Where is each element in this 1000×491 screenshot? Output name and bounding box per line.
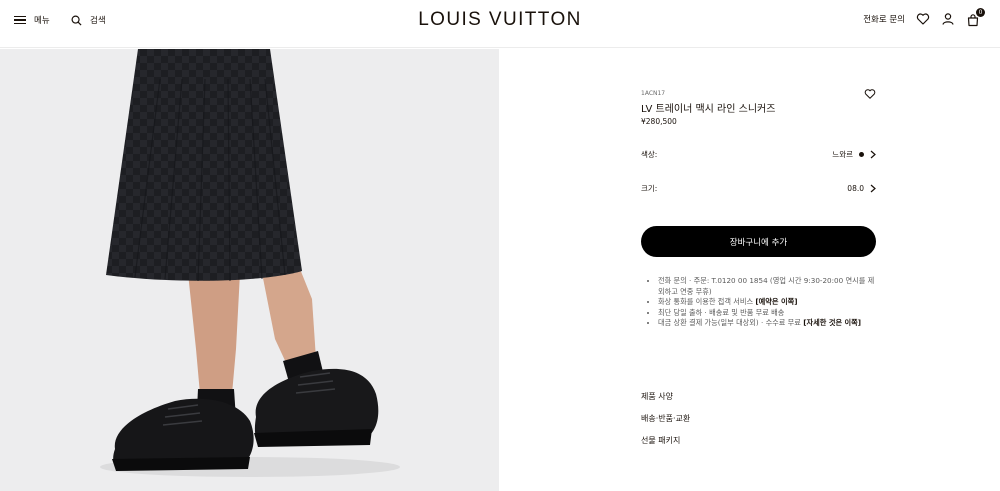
color-value: 느와르 xyxy=(832,149,853,159)
product-price: ¥280,500 xyxy=(641,117,677,126)
add-to-cart-button[interactable]: 장바구니에 추가 xyxy=(641,226,876,257)
chevron-right-icon xyxy=(870,184,876,192)
heart-icon[interactable] xyxy=(864,88,876,100)
chevron-right-icon xyxy=(870,150,876,158)
model-photo xyxy=(0,49,499,491)
brand-logo[interactable]: LOUIS VUITTON xyxy=(0,9,1000,31)
header-actions: 전화로 문의 0 xyxy=(863,8,985,27)
product-specs-link[interactable]: 제품 사양 xyxy=(641,391,673,402)
color-value-group: 느와르 xyxy=(832,149,876,160)
size-value-group: 08.0 xyxy=(847,184,876,193)
service-info-list: 전화 문의 · 주문: T.0120 00 1854 (영업 시간 9:30-2… xyxy=(658,276,876,329)
cart-count-badge: 0 xyxy=(976,8,985,17)
size-selector[interactable]: 크기: 08.0 xyxy=(641,180,876,196)
details-link[interactable]: [자세한 것은 이쪽] xyxy=(803,318,861,327)
video-service-info: 화상 통화를 이용한 접객 서비스 xyxy=(658,297,756,306)
list-item: 대금 상환 결제 가능(일부 대상외) · 수수료 무료 [자세한 것은 이쪽] xyxy=(658,318,876,329)
reservation-link[interactable]: [예약은 이쪽] xyxy=(755,297,797,306)
heart-icon[interactable] xyxy=(916,12,930,26)
phone-order-info: 전화 문의 · 주문: T.0120 00 1854 (영업 시간 9:30-2… xyxy=(658,276,875,296)
product-sku: 1ACN17 xyxy=(641,90,666,97)
delivery-returns-link[interactable]: 배송·반품·교환 xyxy=(641,413,690,424)
product-name: LV 트레이너 맥시 라인 스니커즈 xyxy=(641,104,776,115)
payment-info: 대금 상환 결제 가능(일부 대상외) · 수수료 무료 xyxy=(658,318,804,327)
user-icon[interactable] xyxy=(941,12,955,26)
color-swatch xyxy=(859,151,864,157)
list-item: 최단 당일 출하 · 배송료 및 반품 무료 배송 xyxy=(658,308,876,319)
gift-package-link[interactable]: 선물 패키지 xyxy=(641,435,680,446)
size-label: 크기: xyxy=(641,183,658,193)
site-header: 메뉴 검색 LOUIS VUITTON 전화로 문의 0 xyxy=(0,0,1000,48)
color-label: 색상: xyxy=(641,149,658,159)
size-value: 08.0 xyxy=(847,183,864,193)
contact-link[interactable]: 전화로 문의 xyxy=(863,13,905,25)
product-image[interactable] xyxy=(0,49,499,491)
shipping-info: 최단 당일 출하 · 배송료 및 반품 무료 배송 xyxy=(658,307,785,317)
list-item: 전화 문의 · 주문: T.0120 00 1854 (영업 시간 9:30-2… xyxy=(658,276,876,297)
list-item: 화상 통화를 이용한 접객 서비스 [예약은 이쪽] xyxy=(658,297,876,308)
cart-button[interactable]: 0 xyxy=(966,8,985,27)
color-selector[interactable]: 색상: 느와르 xyxy=(641,146,876,162)
